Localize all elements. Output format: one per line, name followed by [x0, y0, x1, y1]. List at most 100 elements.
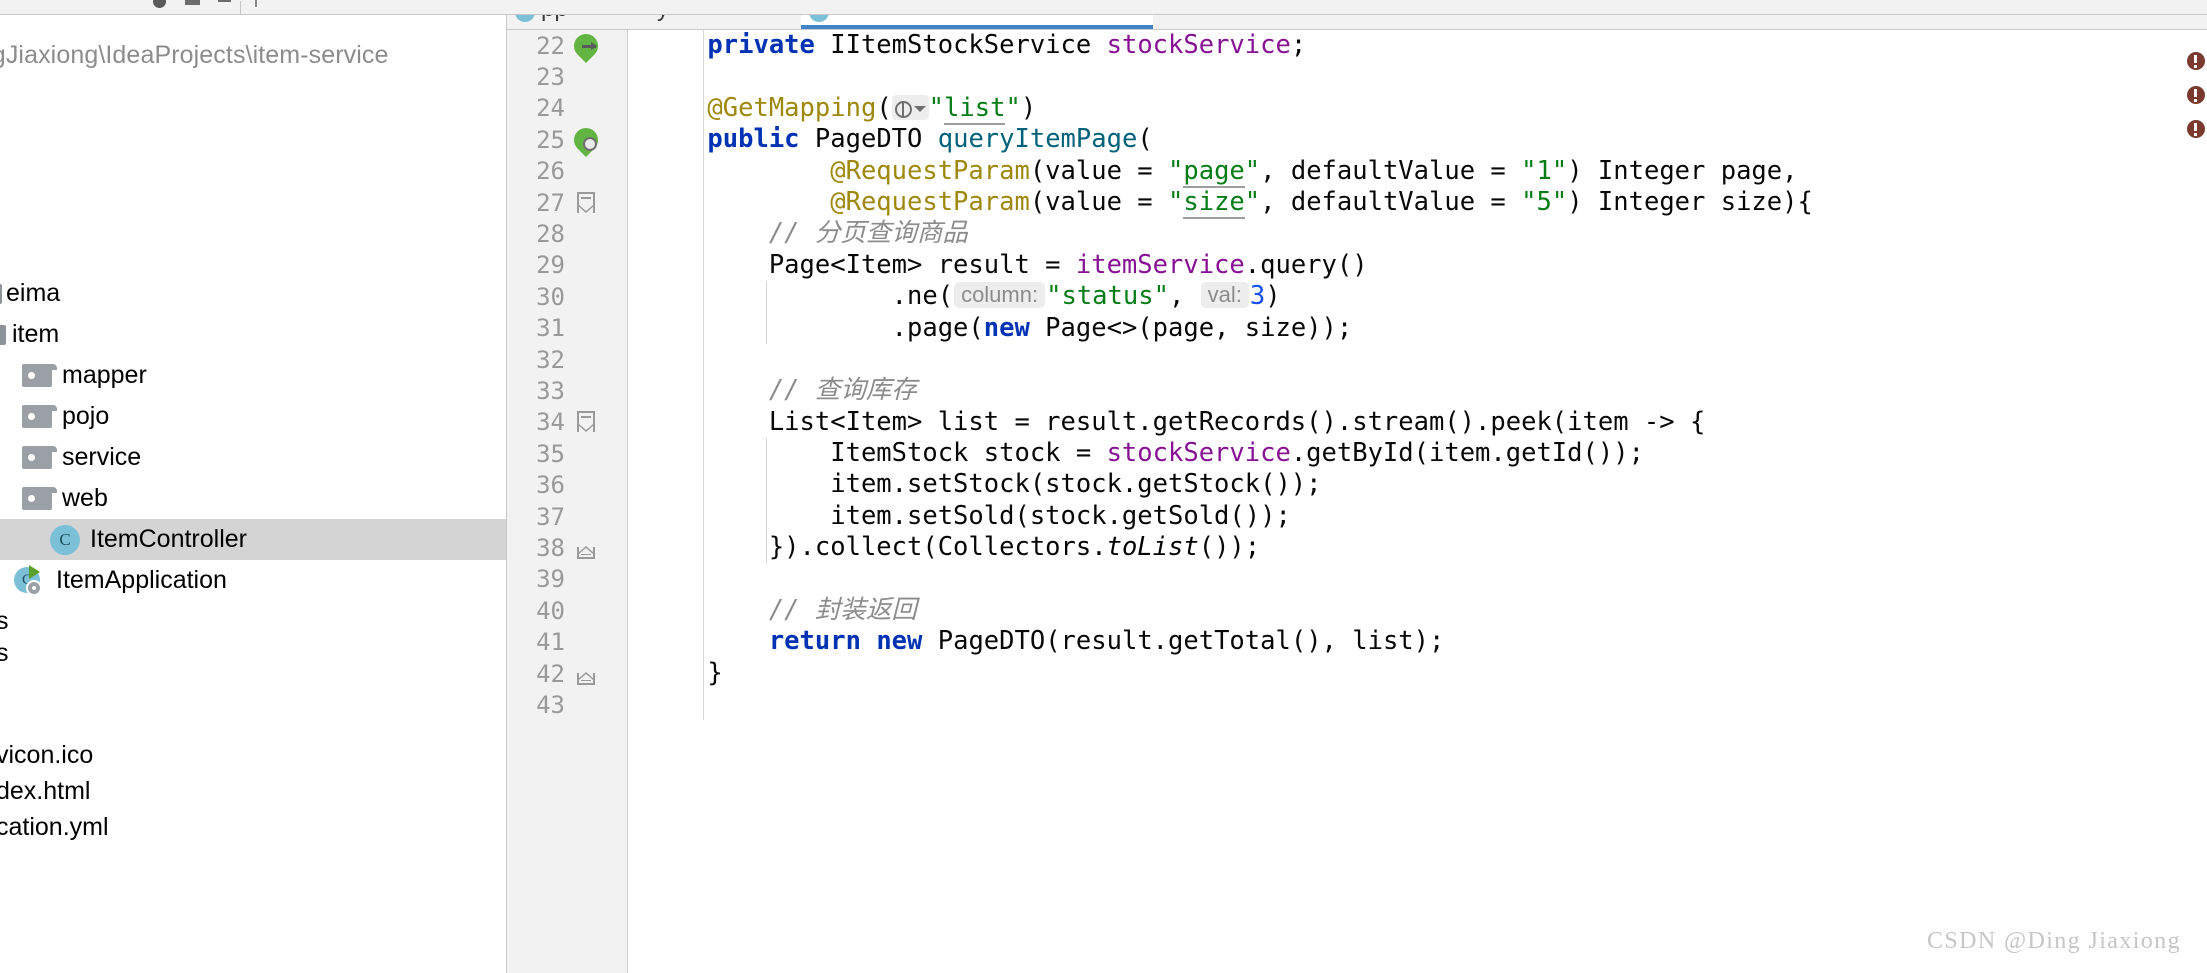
gutter-line[interactable]: 36: [507, 469, 627, 500]
gutter-line[interactable]: 22: [507, 30, 627, 63]
gutter-line[interactable]: 23: [507, 61, 627, 92]
code-line-37[interactable]: item.setSold(stock.getSold());: [628, 501, 2207, 532]
debug-icon[interactable]: [184, 0, 202, 14]
code-line-41[interactable]: return new PageDTO(result.getTotal(), li…: [628, 626, 2207, 657]
line-number: 31: [536, 314, 565, 343]
error-marker[interactable]: [2187, 52, 2205, 70]
code-token: .page(new Page<>(page, size));: [891, 312, 1353, 343]
code-line-39[interactable]: [628, 564, 2207, 595]
code-token: }: [707, 657, 723, 688]
gutter-line[interactable]: 40: [507, 595, 627, 626]
code-line-25[interactable]: public PageDTO queryItemPage(: [628, 124, 2207, 155]
code-line-35[interactable]: ItemStock stock = stockService.getById(i…: [628, 438, 2207, 469]
gutter-line[interactable]: 25: [507, 122, 627, 157]
code-line-34[interactable]: List<Item> list = result.getRecords().st…: [628, 407, 2207, 438]
editor-tab-bar[interactable]: pp y: [507, 15, 2207, 30]
gutter-line[interactable]: 33: [507, 375, 627, 406]
folder-icon: [22, 405, 57, 428]
tree-item-clipped-s2[interactable]: s: [0, 635, 506, 671]
gutter-line[interactable]: 37: [507, 501, 627, 532]
tree-item-itemcontroller[interactable]: C ItemController: [0, 519, 506, 560]
tree-item-pojo[interactable]: pojo: [0, 396, 506, 437]
editor-gutter[interactable]: 22 23 24 25 26 27 28 29 30 31 32 33 34 3…: [507, 30, 628, 973]
line-number: 23: [536, 63, 565, 92]
tab-y[interactable]: y: [649, 15, 801, 29]
gutter-line[interactable]: 31: [507, 313, 627, 344]
tree-item-mapper[interactable]: mapper: [0, 355, 506, 396]
tab-pp[interactable]: pp: [507, 15, 649, 29]
line-number: 42: [536, 659, 565, 688]
gutter-line[interactable]: 38: [507, 532, 627, 563]
code-token: item.setStock(stock.getStock());: [830, 469, 1322, 500]
code-text[interactable]: private IItemStockService stockService; …: [628, 30, 2207, 973]
spring-request-mapping-icon[interactable]: [569, 122, 603, 157]
code-token: @RequestParam(value = "page", defaultVal…: [830, 155, 1798, 188]
project-tree-resources[interactable]: vicon.ico dex.html cation.yml: [0, 737, 506, 845]
code-line-38[interactable]: }).collect(Collectors.toList());: [628, 532, 2207, 563]
code-line-23[interactable]: [628, 61, 2207, 92]
line-number: 41: [536, 628, 565, 657]
code-line-29[interactable]: Page<Item> result = itemService.query(): [628, 250, 2207, 281]
gutter-line[interactable]: 27: [507, 187, 627, 218]
tree-item-itemapplication[interactable]: C ItemApplication: [0, 560, 506, 601]
gutter-line[interactable]: 30: [507, 281, 627, 312]
implementing-method-icon[interactable]: [569, 30, 603, 63]
stop-icon[interactable]: [216, 0, 234, 14]
code-line-40[interactable]: // 封装返回: [628, 595, 2207, 626]
code-line-27[interactable]: @RequestParam(value = "size", defaultVal…: [628, 186, 2207, 219]
code-token: private IItemStockService stockService;: [707, 30, 1307, 60]
tree-item-application-yml[interactable]: cation.yml: [0, 809, 506, 845]
code-line-22[interactable]: private IItemStockService stockService;: [628, 30, 2207, 61]
error-marker[interactable]: [2187, 86, 2205, 104]
code-line-42[interactable]: }: [628, 658, 2207, 689]
gutter-line[interactable]: 39: [507, 564, 627, 595]
tree-item-web[interactable]: web: [0, 478, 506, 519]
code-surface[interactable]: 22 23 24 25 26 27 28 29 30 31 32 33 34 3…: [507, 30, 2207, 973]
tree-item-eima[interactable]: eima: [0, 273, 506, 314]
ide-window: DingJiaxiong\IdeaProjects\item-service e…: [0, 0, 2207, 973]
code-line-31[interactable]: .page(new Page<>(page, size));: [628, 313, 2207, 344]
gutter-line[interactable]: 32: [507, 344, 627, 375]
run-icon[interactable]: [150, 0, 168, 14]
tree-item-favicon[interactable]: vicon.ico: [0, 737, 506, 773]
code-line-26[interactable]: @RequestParam(value = "page", defaultVal…: [628, 155, 2207, 188]
code-line-24[interactable]: @GetMapping("list"): [628, 92, 2207, 125]
tree-item-service[interactable]: service: [0, 437, 506, 478]
tree-item-label: eima: [6, 279, 61, 307]
gutter-line[interactable]: 28: [507, 218, 627, 249]
fold-collapse-icon[interactable]: [575, 191, 597, 215]
tab-itemcontroller[interactable]: [801, 15, 1153, 29]
gutter-line[interactable]: 43: [507, 689, 627, 720]
code-line-33[interactable]: // 查询库存: [628, 375, 2207, 406]
code-line-43[interactable]: [628, 689, 2207, 720]
fold-collapse-icon[interactable]: [575, 410, 597, 434]
error-marker[interactable]: [2187, 120, 2205, 138]
tree-item-index-html[interactable]: dex.html: [0, 773, 506, 809]
project-tool-window[interactable]: DingJiaxiong\IdeaProjects\item-service e…: [0, 15, 507, 973]
gutter-line[interactable]: 29: [507, 250, 627, 281]
tree-item-label: s: [0, 639, 9, 668]
more-icon[interactable]: [247, 0, 265, 14]
code-line-30[interactable]: .ne(column: "status", val: 3): [628, 281, 2207, 312]
error-marker-bar[interactable]: [2185, 44, 2207, 973]
tab-label: pp: [541, 15, 568, 23]
gutter-line[interactable]: 42: [507, 658, 627, 689]
gutter-line[interactable]: 24: [507, 93, 627, 124]
code-line-28[interactable]: // 分页查询商品: [628, 218, 2207, 249]
java-class-icon: [515, 15, 535, 22]
line-number: 43: [536, 690, 565, 719]
project-tree[interactable]: eima item mapper pojo service web C Item…: [0, 273, 506, 642]
code-line-32[interactable]: [628, 344, 2207, 375]
gutter-line[interactable]: 35: [507, 438, 627, 469]
tree-item-item[interactable]: item: [0, 314, 506, 355]
gutter-line[interactable]: 41: [507, 626, 627, 657]
gutter-line[interactable]: 34: [507, 407, 627, 438]
line-number: 27: [536, 188, 565, 217]
code-line-36[interactable]: item.setStock(stock.getStock());: [628, 469, 2207, 500]
folder-icon: [22, 364, 57, 387]
gutter-line[interactable]: 26: [507, 156, 627, 187]
web-url-icon[interactable]: [891, 94, 929, 121]
fold-expand-icon[interactable]: [575, 536, 597, 560]
fold-expand-icon[interactable]: [575, 662, 597, 686]
project-tree-group-2[interactable]: s: [0, 635, 506, 671]
